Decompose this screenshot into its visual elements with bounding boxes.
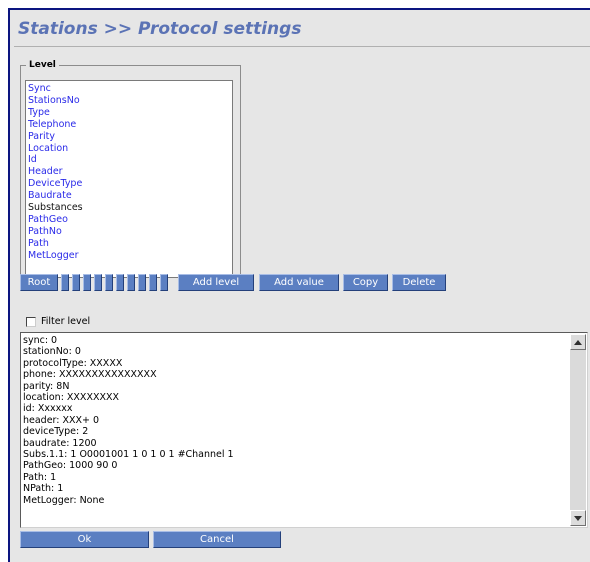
level-item[interactable]: Id [28, 154, 230, 166]
page-title: Stations >> Protocol settings [18, 19, 302, 39]
level-item[interactable]: Parity [28, 131, 230, 143]
level-item[interactable]: Telephone [28, 119, 230, 131]
level-item[interactable]: StationsNo [28, 95, 230, 107]
copy-button[interactable]: Copy [343, 274, 388, 291]
settings-line: location: XXXXXXXX [23, 392, 119, 404]
path-segment-button[interactable] [94, 274, 102, 291]
settings-line: parity: 8N [23, 380, 70, 392]
scroll-up-button[interactable] [570, 334, 586, 350]
path-segment-button[interactable] [149, 274, 157, 291]
level-listbox[interactable]: Sync StationsNo Type Telephone Parity Locatio… [25, 80, 233, 278]
settings-line: protocolType: XXXXX [23, 357, 123, 369]
filter-level-label: Filter level [41, 316, 91, 327]
level-legend: Level [29, 60, 56, 70]
settings-line: MetLogger: None [23, 494, 105, 506]
triangle-down-icon [574, 515, 582, 521]
level-item[interactable]: Location [28, 143, 230, 155]
level-item[interactable]: MetLogger [28, 250, 230, 262]
level-item[interactable]: Header [28, 166, 230, 178]
level-fieldset: Level Sync StationsNo Type Telephone Parity L… [20, 60, 241, 278]
filter-level-checkbox[interactable] [26, 316, 36, 327]
settings-line: phone: XXXXXXXXXXXXXXX [23, 369, 157, 381]
path-segment-button[interactable] [61, 274, 69, 291]
settings-line: deviceType: 2 [23, 426, 89, 438]
settings-line: PathGeo: 1000 90 0 [23, 460, 118, 472]
settings-line: header: XXX+ 0 [23, 414, 100, 426]
level-item[interactable]: DeviceType [28, 178, 230, 190]
add-level-button[interactable]: Add level [178, 274, 254, 291]
settings-line: Subs.1.1: 1 O0001001 1 0 1 0 1 #Channel … [23, 449, 234, 461]
settings-line: sync: 0 [23, 335, 58, 346]
level-item[interactable]: PathGeo [28, 214, 230, 226]
settings-line: id: Xxxxxx [23, 403, 73, 415]
path-segment-button[interactable] [105, 274, 113, 291]
level-item[interactable]: PathNo [28, 226, 230, 238]
path-segment-button[interactable] [116, 274, 124, 291]
settings-line: Path: 1 [23, 471, 57, 483]
delete-button[interactable]: Delete [392, 274, 446, 291]
settings-text: sync: 0 stationNo: 0 protocolType: XXXXX ph… [23, 335, 567, 506]
level-item[interactable]: Baudrate [28, 190, 230, 202]
cancel-button[interactable]: Cancel [153, 531, 281, 548]
vertical-scrollbar[interactable] [570, 334, 586, 526]
triangle-up-icon [574, 339, 582, 345]
level-item[interactable]: Sync [28, 83, 230, 95]
scrollbar-track[interactable] [570, 350, 586, 510]
settings-textarea[interactable]: sync: 0 stationNo: 0 protocolType: XXXXX ph… [20, 332, 588, 528]
path-segment-button[interactable] [138, 274, 146, 291]
level-item[interactable]: Substances [28, 202, 230, 214]
settings-line: stationNo: 0 [23, 346, 81, 358]
settings-line: baudrate: 1200 [23, 437, 97, 449]
path-segment-button[interactable] [127, 274, 135, 291]
path-segment-button[interactable] [83, 274, 91, 291]
dialog-frame: Stations >> Protocol settings Level Sync… [8, 8, 590, 562]
scroll-down-button[interactable] [570, 510, 586, 526]
add-value-button[interactable]: Add value [259, 274, 339, 291]
filter-level: Filter level [26, 316, 90, 327]
level-item[interactable]: Path [28, 238, 230, 250]
root-button[interactable]: Root [20, 274, 58, 291]
path-segment-button[interactable] [160, 274, 168, 291]
ok-button[interactable]: Ok [20, 531, 149, 548]
title-divider [14, 46, 590, 47]
level-item[interactable]: Type [28, 107, 230, 119]
settings-line: NPath: 1 [23, 483, 64, 495]
path-segment-button[interactable] [72, 274, 80, 291]
